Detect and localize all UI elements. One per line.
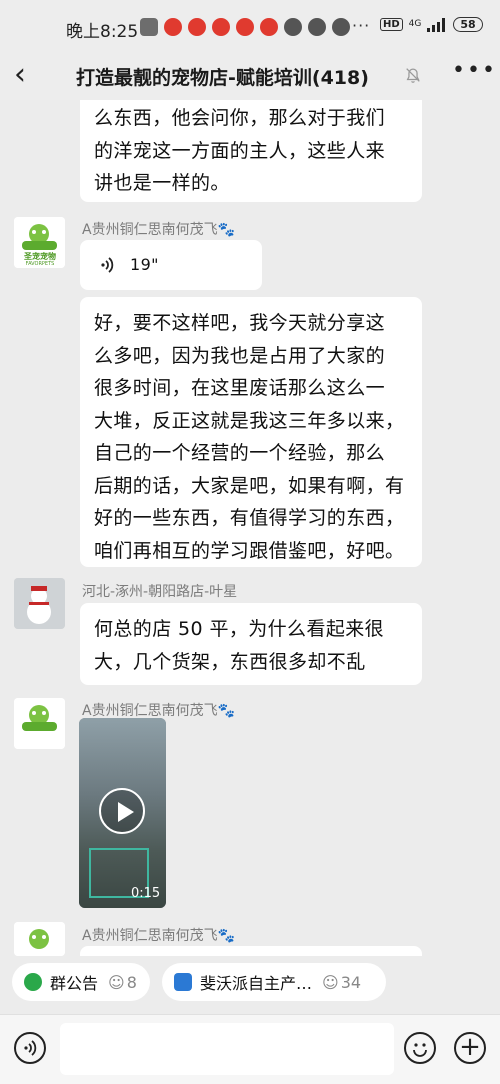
chip-label: 斐沃派自主产… [200,974,313,993]
network-type: 4G [408,19,422,29]
message-line: 自己的一个经营的一个经验，那么 [94,442,386,464]
hd-icon: HD [380,18,403,31]
sender-name: A贵州铜仁思南何茂飞🐾 [82,222,236,238]
paw-icon: 🐾 [217,703,236,719]
voice-duration: 19" [130,254,159,274]
more-notifications-icon: ··· [352,16,371,35]
pet-shop-logo-icon [14,922,65,956]
app-notification-icon [188,18,206,36]
video-message[interactable]: 0:15 [79,718,166,908]
chip-label: 群公告 [50,974,99,993]
app-notification-icon [236,18,254,36]
play-icon[interactable] [99,788,145,834]
chevron-left-icon[interactable]: ‹ [14,60,26,90]
chat-title: 打造最靓的宠物店-赋能培训(418) [76,67,369,89]
message-line: 大堆，反正这就是我这三年多以来， [94,409,405,432]
member-icon: ☺ [322,972,339,992]
sender-name: A贵州铜仁思南何茂飞🐾 [82,703,236,719]
message-line: 很多时间，在这里废话那么这么一 [94,377,386,399]
chip-count: 8 [126,972,137,992]
system-indicators: HD 4G 58 [380,17,483,32]
paw-icon: 🐾 [217,222,236,238]
battery-icon: 58 [453,17,483,32]
app-notification-icon [140,18,158,36]
app-notification-icon [260,18,278,36]
app-notification-icon [284,18,302,36]
message-line: 好的一些东西，有值得学习的东西， [94,507,405,529]
sender-name: 河北-涿州-朝阳路店-叶星 [82,584,238,600]
member-icon: ☺ [108,972,125,992]
input-bar: + [0,1014,500,1084]
bell-off-icon [406,68,420,83]
app-notification-icon [308,18,326,36]
paw-icon: 🐾 [217,928,236,944]
message-line: 何总的店 50 平，为什么看起来很 [94,618,385,640]
signal-icon [427,17,447,32]
voice-wave-icon [101,257,114,273]
message-list[interactable]: 么东西，他会问你，那么对于我们 的洋宠这一方面的主人，这些人来 讲也是一样的。 … [0,100,500,956]
group-chip[interactable]: 斐沃派自主产… ☺ 34 [162,963,386,1001]
avatar[interactable] [14,922,65,956]
voice-icon[interactable] [14,1032,46,1064]
voice-wave-icon [24,1040,37,1056]
notification-icons [140,18,350,36]
smiley-icon [413,1043,427,1057]
sender-name: A贵州铜仁思南何茂飞🐾 [82,928,236,944]
status-bar: 晚上8:25 ··· HD 4G 58 [0,0,500,56]
app-notification-icon [332,18,350,36]
avatar[interactable] [14,698,65,749]
message-line: 么东西，他会问你，那么对于我们 [94,107,386,129]
message-bubble[interactable]: 何总的店 50 平，为什么看起来很 大，几个货架，东西很多却不乱 [80,603,422,685]
message-line: 咱们再相互的学习跟借鉴吧，好吧。 [94,539,405,562]
message-line: 么多吧，因为我也是占用了大家的 [94,344,386,367]
snowman-avatar-icon [14,578,65,629]
message-line: 讲也是一样的。 [94,172,230,194]
avatar-subcaption: FAVORPETS [25,261,55,267]
announcement-icon [24,973,42,991]
message-bubble[interactable] [80,946,422,956]
emoji-icon[interactable] [404,1032,436,1064]
quick-chips: 群公告 ☺ 8 斐沃派自主产… ☺ 34 [0,956,500,1014]
avatar[interactable] [14,578,65,629]
message-input[interactable] [60,1023,394,1075]
message-line: 的洋宠这一方面的主人，这些人来 [94,139,386,162]
message-bubble[interactable]: 么东西，他会问你，那么对于我们 的洋宠这一方面的主人，这些人来 讲也是一样的。 [80,100,422,202]
more-dots-icon[interactable]: ••• [452,58,497,83]
message-line: 后期的话，大家是吧，如果有啊，有 [94,474,405,497]
message-line: 好，要不这样吧，我今天就分享这 [94,312,386,334]
plus-icon[interactable]: + [454,1032,486,1064]
status-time: 晚上8:25 [66,22,139,42]
app-notification-icon [164,18,182,36]
message-line: 大，几个货架，东西很多却不乱 [94,650,366,673]
app-notification-icon [212,18,230,36]
group-announcement-chip[interactable]: 群公告 ☺ 8 [12,963,150,1001]
voice-message[interactable]: 19" [80,240,262,290]
group-logo-icon [174,973,192,991]
chip-count: 34 [340,972,362,992]
message-bubble[interactable]: 好，要不这样吧，我今天就分享这 么多吧，因为我也是占用了大家的 很多时间，在这里… [80,297,422,567]
chat-header: ‹ 打造最靓的宠物店-赋能培训(418) ••• [0,56,500,100]
pet-shop-logo-icon [14,698,65,749]
video-duration: 0:15 [131,886,161,901]
